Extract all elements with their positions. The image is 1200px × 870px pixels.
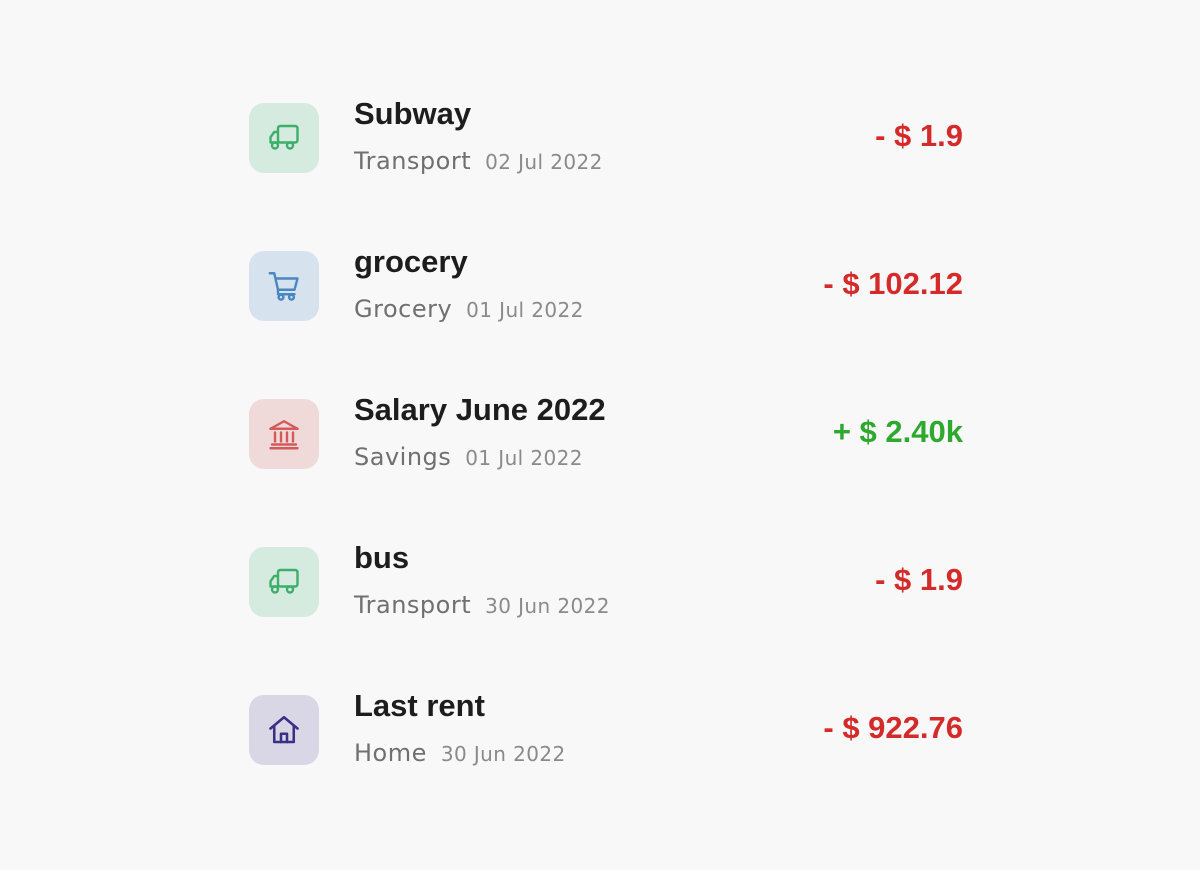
truck-icon — [269, 124, 299, 150]
transaction-amount: - $ 1.9 — [875, 118, 963, 153]
transaction-list: Subway Transport 02 Jul 2022 - $ 1.9 groc… — [249, 96, 963, 840]
transaction-row[interactable]: Last rent Home 30 Jun 2022 - $ 922.76 — [249, 688, 963, 840]
transaction-row[interactable]: Subway Transport 02 Jul 2022 - $ 1.9 — [249, 96, 963, 248]
category-icon-box — [249, 695, 319, 765]
transaction-category: Transport — [354, 147, 472, 175]
transaction-meta: Transport 30 Jun 2022 — [354, 590, 610, 624]
cart-icon — [268, 272, 299, 301]
transaction-amount: - $ 922.76 — [823, 710, 963, 745]
transaction-meta: Savings 01 Jul 2022 — [354, 442, 583, 476]
transaction-title: Salary June 2022 — [354, 392, 606, 427]
transaction-title: Last rent — [354, 688, 485, 723]
transaction-category: Home — [354, 739, 427, 767]
transaction-meta: Transport 02 Jul 2022 — [354, 146, 603, 180]
transaction-title: Subway — [354, 96, 472, 131]
transaction-row[interactable]: Salary June 2022 Savings 01 Jul 2022 + $ … — [249, 392, 963, 544]
transaction-date: 30 Jun 2022 — [440, 742, 566, 766]
transaction-category: Grocery — [354, 295, 453, 323]
transaction-category: Savings — [354, 443, 452, 471]
transaction-amount: - $ 1.9 — [875, 562, 963, 597]
transaction-row[interactable]: bus Transport 30 Jun 2022 - $ 1.9 — [249, 540, 963, 692]
category-icon-box — [249, 399, 319, 469]
category-icon-box — [249, 547, 319, 617]
transaction-meta: Grocery 01 Jul 2022 — [354, 294, 584, 328]
transaction-title: bus — [354, 540, 410, 575]
transaction-date: 02 Jul 2022 — [485, 150, 603, 174]
bank-icon — [269, 420, 299, 450]
transaction-amount: + $ 2.40k — [832, 414, 963, 449]
transaction-date: 01 Jul 2022 — [466, 298, 584, 322]
home-icon — [269, 715, 299, 744]
transaction-row[interactable]: grocery Grocery 01 Jul 2022 - $ 102.12 — [249, 244, 963, 396]
transaction-category: Transport — [354, 591, 472, 619]
transaction-meta: Home 30 Jun 2022 — [354, 738, 566, 772]
transaction-date: 01 Jul 2022 — [465, 446, 583, 470]
category-icon-box — [249, 103, 319, 173]
transaction-title: grocery — [354, 244, 468, 279]
truck-icon — [269, 568, 299, 594]
transaction-date: 30 Jun 2022 — [485, 594, 610, 618]
transaction-amount: - $ 102.12 — [823, 266, 963, 301]
category-icon-box — [249, 251, 319, 321]
